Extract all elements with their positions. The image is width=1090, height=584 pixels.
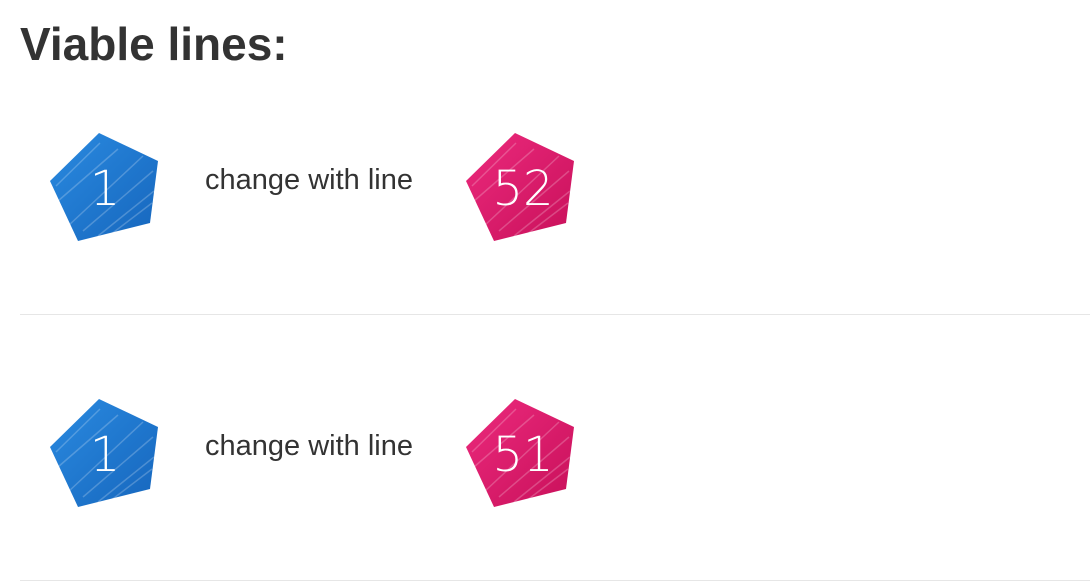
line-number-label: 52 bbox=[492, 161, 553, 217]
line-option[interactable]: 1 change with line 51 bbox=[20, 315, 1090, 581]
line-badge-from[interactable]: 1 bbox=[48, 131, 162, 243]
connector-text: change with line bbox=[205, 430, 413, 462]
line-option[interactable]: 1 change with line 52 bbox=[20, 49, 1090, 315]
line-number-label: 1 bbox=[90, 161, 121, 217]
line-number-label: 1 bbox=[90, 427, 121, 483]
pentagon-pink-icon: 52 bbox=[466, 133, 574, 241]
line-badge-to[interactable]: 52 bbox=[464, 131, 578, 243]
line-badge-from[interactable]: 1 bbox=[48, 397, 162, 509]
line-badge-to[interactable]: 51 bbox=[464, 397, 578, 509]
pentagon-pink-icon: 51 bbox=[466, 399, 574, 507]
pentagon-blue-icon: 1 bbox=[50, 399, 158, 507]
connector-text: change with line bbox=[205, 164, 413, 196]
viable-lines-list: 1 change with line 52 1 change with line… bbox=[0, 0, 1090, 584]
line-number-label: 51 bbox=[492, 427, 553, 483]
pentagon-blue-icon: 1 bbox=[50, 133, 158, 241]
